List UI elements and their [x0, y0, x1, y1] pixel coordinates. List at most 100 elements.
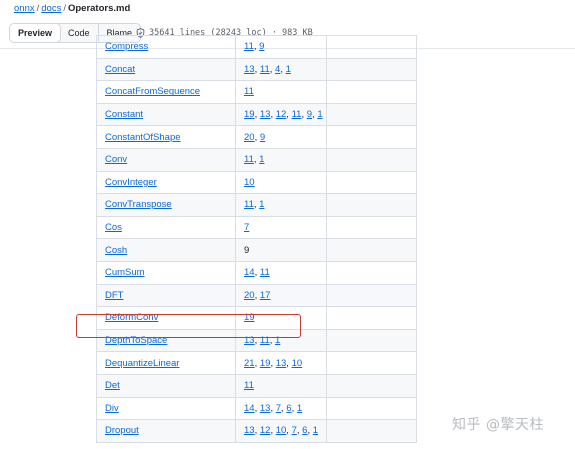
version-link[interactable]: 14: [244, 267, 255, 278]
version-link[interactable]: 7: [244, 222, 249, 233]
operator-name-cell: Cos: [96, 215, 236, 240]
version-link[interactable]: 1: [297, 403, 302, 414]
empty-cell: [326, 238, 417, 262]
operator-name-cell: Conv: [96, 147, 236, 172]
operator-link[interactable]: DeformConv: [105, 312, 158, 323]
version-link[interactable]: 1: [313, 425, 318, 436]
version-link[interactable]: 10: [292, 358, 303, 369]
empty-cell: [326, 147, 417, 172]
version-link[interactable]: 10: [276, 425, 287, 436]
operator-link[interactable]: ConstantOfShape: [105, 132, 181, 143]
version-link[interactable]: 19: [244, 109, 255, 120]
version-link[interactable]: 11: [292, 109, 302, 120]
version-link[interactable]: 11: [244, 154, 254, 165]
operator-link[interactable]: CumSum: [105, 267, 145, 278]
version-link[interactable]: 11: [244, 199, 254, 210]
version-link[interactable]: 10: [244, 177, 255, 188]
table-row: DFT 20, 17: [96, 283, 417, 308]
version-link[interactable]: 1: [259, 199, 264, 210]
empty-cell: [326, 419, 417, 443]
operator-name-cell: Compress: [96, 35, 236, 59]
version-link[interactable]: 14: [244, 403, 255, 414]
operator-name-cell: DequantizeLinear: [96, 351, 236, 375]
version-link[interactable]: 1: [317, 109, 322, 120]
operator-name-cell: ConvTranspose: [96, 193, 236, 217]
version-link[interactable]: 11: [244, 380, 254, 391]
version-link[interactable]: 19: [244, 312, 255, 323]
version-link[interactable]: 12: [260, 425, 271, 436]
version-link[interactable]: 1: [286, 64, 291, 75]
table-row: Dropout 13, 12, 10, 7, 6, 1: [96, 419, 417, 443]
version-link[interactable]: 13: [276, 358, 287, 369]
version-link[interactable]: 1: [275, 335, 280, 346]
table-row: ConstantOfShape 20, 9: [96, 125, 417, 149]
empty-cell: [326, 306, 417, 330]
operator-name-cell: DepthToSpace: [96, 328, 236, 353]
operator-link[interactable]: Dropout: [105, 425, 139, 436]
operator-name-cell: Div: [96, 396, 236, 421]
operator-link[interactable]: ConcatFromSequence: [105, 86, 200, 97]
breadcrumb-separator: /: [63, 3, 66, 14]
version-link[interactable]: 11: [260, 267, 270, 278]
operator-link[interactable]: Div: [105, 403, 119, 414]
operator-link[interactable]: DepthToSpace: [105, 335, 167, 346]
operator-link[interactable]: Det: [105, 380, 120, 391]
operator-link[interactable]: Concat: [105, 64, 135, 75]
version-link[interactable]: 13: [260, 109, 271, 120]
operator-link[interactable]: Cos: [105, 222, 122, 233]
operator-link[interactable]: ConvTranspose: [105, 199, 172, 210]
version-link[interactable]: 11: [244, 86, 254, 97]
markdown-preview[interactable]: Compress 11, 9 Concat 13, 11, 4, 1 ConcatFro…: [0, 35, 575, 449]
operator-link[interactable]: Compress: [105, 41, 148, 52]
table-row: Concat 13, 11, 4, 1: [96, 57, 417, 82]
breadcrumb-repo-link[interactable]: onnx: [14, 3, 35, 14]
table-row: CumSum 14, 11: [96, 260, 417, 285]
table-row: ConvInteger 10: [96, 170, 417, 195]
version-link[interactable]: 11: [260, 64, 270, 75]
version-link[interactable]: 19: [260, 358, 271, 369]
version-link[interactable]: 11: [244, 41, 254, 52]
version-link[interactable]: 12: [276, 109, 287, 120]
empty-cell: [326, 193, 417, 217]
operators-table: Compress 11, 9 Concat 13, 11, 4, 1 ConcatFro…: [96, 35, 417, 443]
operator-versions-cell: 7: [235, 215, 327, 240]
version-link[interactable]: 9: [260, 132, 265, 143]
tab-code[interactable]: Code: [60, 24, 99, 42]
version-link[interactable]: 9: [259, 41, 264, 52]
operator-versions-cell: 13, 11, 1: [235, 328, 327, 353]
empty-cell: [326, 35, 417, 59]
operator-name-cell: Det: [96, 373, 236, 398]
empty-cell: [326, 125, 417, 149]
breadcrumb-folder-link[interactable]: docs: [41, 3, 61, 14]
operator-link[interactable]: Conv: [105, 154, 127, 165]
table-row: Cosh 9: [96, 238, 417, 262]
version-link[interactable]: 13: [260, 403, 271, 414]
operator-name-cell: Dropout: [96, 419, 236, 443]
version-link[interactable]: 21: [244, 358, 255, 369]
operator-link[interactable]: Cosh: [105, 245, 127, 256]
version-link[interactable]: 13: [244, 335, 255, 346]
table-row: DeformConv 19: [96, 306, 417, 330]
breadcrumb-current-file: Operators.md: [67, 3, 131, 14]
table-row: Constant 19, 13, 12, 11, 9, 1: [96, 102, 417, 127]
version-link[interactable]: 13: [244, 64, 255, 75]
version-link[interactable]: 1: [259, 154, 264, 165]
operator-versions-cell: 13, 11, 4, 1: [235, 57, 327, 82]
operator-name-cell: ConstantOfShape: [96, 125, 236, 149]
operator-link[interactable]: DequantizeLinear: [105, 358, 179, 369]
tab-preview[interactable]: Preview: [10, 24, 62, 42]
operator-versions-cell: 11, 1: [235, 193, 327, 217]
operator-link[interactable]: Constant: [105, 109, 143, 120]
table-row: DepthToSpace 13, 11, 1: [96, 328, 417, 353]
operator-name-cell: ConvInteger: [96, 170, 236, 195]
version-link[interactable]: 11: [260, 335, 270, 346]
operator-versions-cell: 11: [235, 80, 327, 104]
empty-cell: [326, 215, 417, 240]
operator-link[interactable]: DFT: [105, 290, 123, 301]
operator-versions-cell: 11, 9: [235, 35, 327, 59]
version-link[interactable]: 13: [244, 425, 255, 436]
version-link[interactable]: 20: [244, 290, 255, 301]
operator-link[interactable]: ConvInteger: [105, 177, 157, 188]
version-link[interactable]: 20: [244, 132, 255, 143]
version-link[interactable]: 17: [260, 290, 271, 301]
